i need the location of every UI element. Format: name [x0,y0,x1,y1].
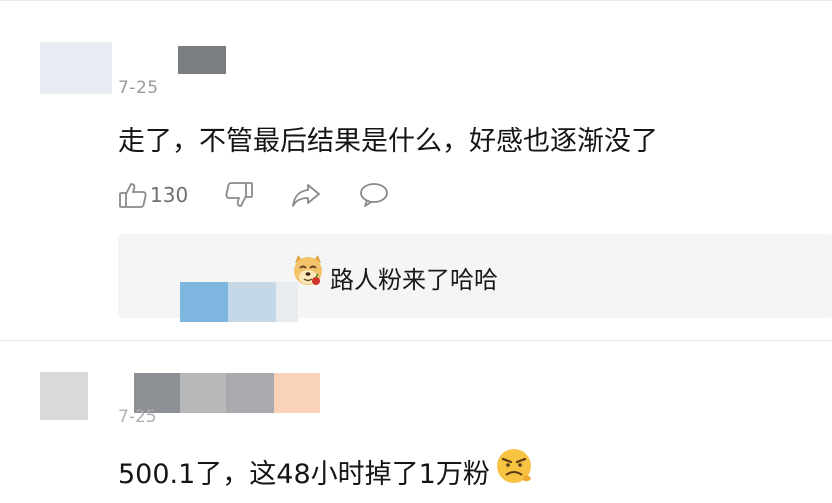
top-divider [0,0,832,1]
username-redacted[interactable] [178,46,226,74]
username-redacted [180,373,226,413]
angry-face-emoji [494,446,534,490]
thumbs-down-icon [224,180,254,210]
like-button[interactable]: 130 [118,180,188,210]
comment-text: 500.1了，这48小时掉了1万粉 [118,459,490,490]
thumbs-up-icon [118,180,148,210]
reply-username-redacted [180,282,228,322]
avatar[interactable] [40,42,112,94]
reply-button[interactable] [358,180,390,210]
comment-icon [358,180,390,210]
comment-date: 7-25 [118,407,157,424]
comment-text: 走了，不管最后结果是什么，好感也逐渐没了 [118,126,658,157]
reply-text: 路人粉来了哈哈 [330,266,498,294]
comment-divider [0,340,832,341]
doge-emoji [290,253,326,293]
comment-actions: 130 [118,178,426,212]
dislike-button[interactable] [224,180,254,210]
share-button[interactable] [290,180,322,210]
username-redacted [274,373,320,413]
username-redacted [226,373,274,413]
comment-date: 7-25 [118,78,159,98]
reply-username-redacted [228,282,276,322]
share-icon [290,180,322,210]
like-count: 130 [150,183,189,207]
avatar[interactable] [40,372,88,420]
